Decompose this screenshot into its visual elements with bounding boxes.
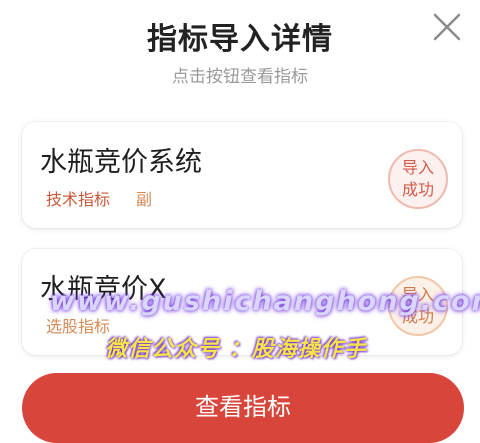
indicator-card: 水瓶竞价系统 技术指标 副 导入 成功 bbox=[22, 122, 462, 228]
page-title: 指标导入详情 bbox=[147, 22, 333, 57]
indicator-sub-tag: 副 bbox=[136, 190, 153, 209]
indicator-type-tag: 技术指标 bbox=[46, 190, 111, 209]
page-subtitle: 点击按钮查看指标 bbox=[172, 67, 308, 87]
import-success-stamp: 导入 成功 bbox=[388, 149, 448, 209]
stamp-line2: 成功 bbox=[401, 180, 434, 199]
stamp-line1: 导入 bbox=[401, 158, 434, 177]
close-button[interactable] bbox=[428, 8, 466, 46]
indicator-tags: 技术指标 副 bbox=[46, 186, 152, 210]
watermark-url: www.gushichanghong.com bbox=[50, 286, 480, 317]
indicator-name: 水瓶竞价系统 bbox=[40, 147, 202, 178]
view-indicators-button[interactable]: 查看指标 bbox=[22, 373, 464, 443]
close-icon bbox=[433, 13, 461, 41]
watermark-wechat: 微信公众号 ：股海操作手 bbox=[105, 337, 367, 362]
